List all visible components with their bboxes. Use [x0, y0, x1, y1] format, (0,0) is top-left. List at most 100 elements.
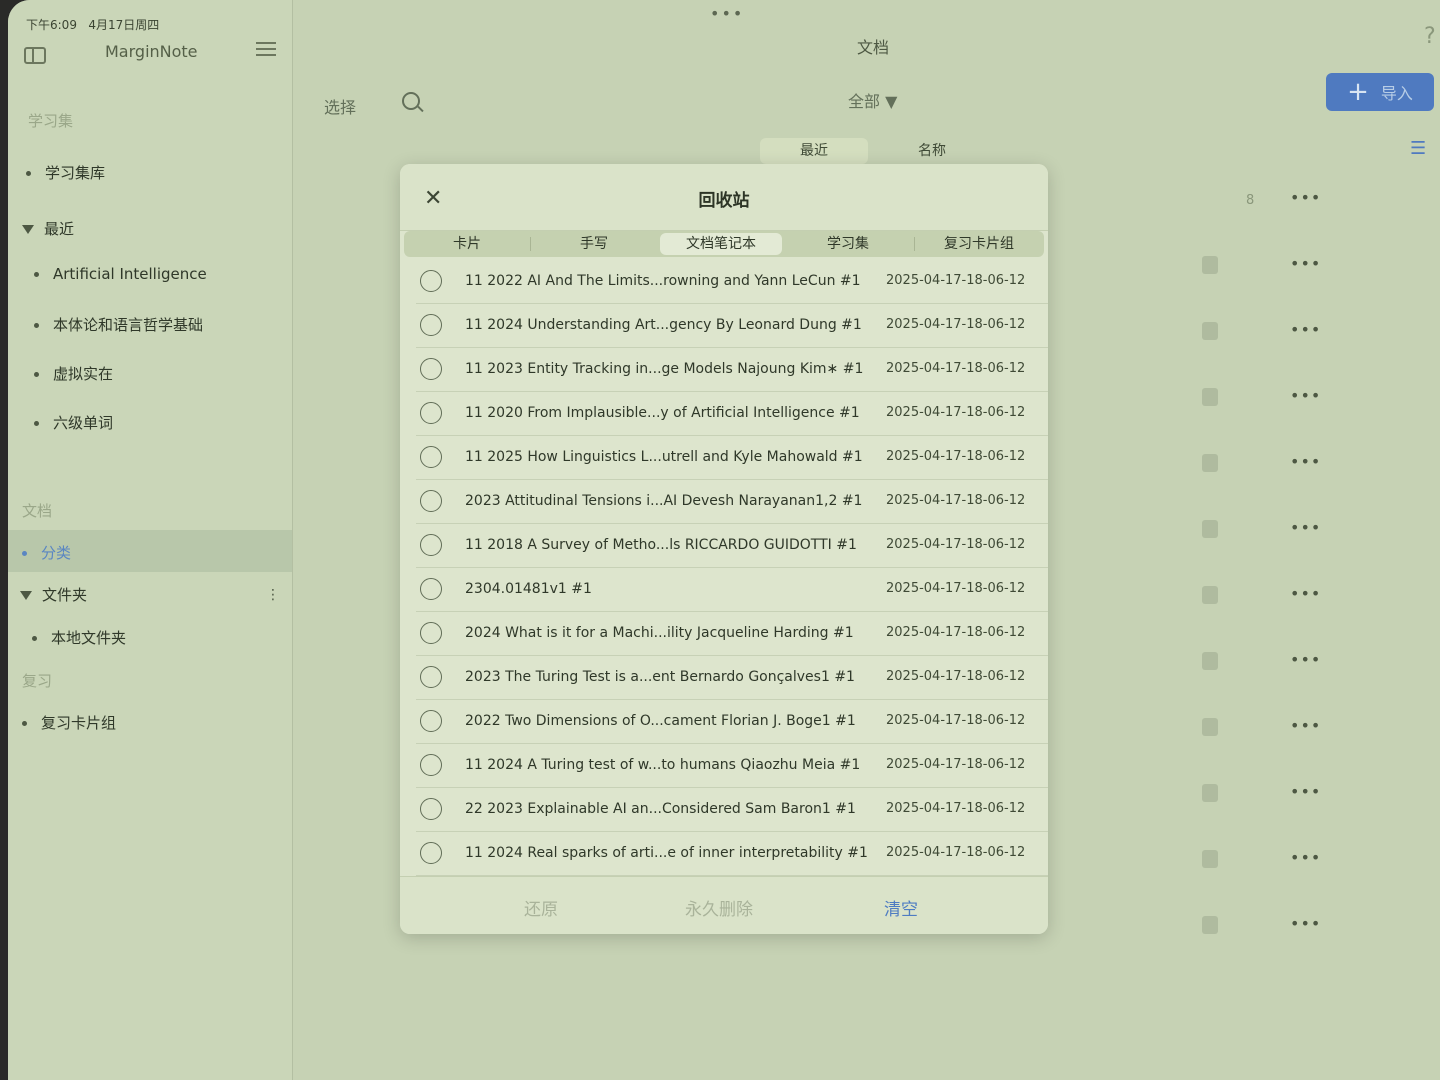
- select-radio[interactable]: [420, 446, 442, 468]
- item-date: 2025-04-17-18-06-12: [886, 273, 1026, 288]
- list-item[interactable]: 2022 Two Dimensions of O...cament Floria…: [416, 700, 1048, 744]
- list-item[interactable]: 2024 What is it for a Machi...ility Jacq…: [416, 612, 1048, 656]
- select-radio[interactable]: [420, 270, 442, 292]
- search-icon[interactable]: [402, 92, 420, 110]
- list-view-icon[interactable]: ☰: [1410, 138, 1426, 159]
- database-icon: [1202, 454, 1218, 472]
- list-item[interactable]: 22 2023 Explainable AI an...Considered S…: [416, 788, 1048, 832]
- sidebar-item-library[interactable]: 学习集库: [26, 162, 105, 183]
- item-name: 11 2024 Understanding Art...gency By Leo…: [465, 317, 862, 333]
- tab-handwriting[interactable]: 手写: [531, 231, 657, 257]
- sort-recent[interactable]: 最近: [760, 138, 868, 164]
- sidebar-item-recent-1[interactable]: Artificial Intelligence: [34, 265, 207, 283]
- more-icon[interactable]: •••: [1290, 782, 1321, 801]
- list-item[interactable]: 11 2018 A Survey of Metho...ls RICCARDO …: [416, 524, 1048, 568]
- menu-icon[interactable]: [256, 42, 276, 56]
- list-item[interactable]: 11 2024 A Turing test of w...to humans Q…: [416, 744, 1048, 788]
- sidebar-item-local-folder[interactable]: 本地文件夹: [32, 627, 126, 648]
- list-item[interactable]: 11 2022 AI And The Limits...rowning and …: [416, 260, 1048, 304]
- screen: 下午6:09 4月17日周四 MarginNote 学习集 学习集库 最近 Ar…: [8, 0, 1440, 1080]
- item-name: 11 2018 A Survey of Metho...ls RICCARDO …: [465, 537, 857, 553]
- more-icon[interactable]: •••: [1290, 320, 1321, 339]
- sidebar-item-recent-4[interactable]: 六级单词: [34, 412, 113, 433]
- app-title: MarginNote: [105, 42, 198, 61]
- list-item[interactable]: 11 2020 From Implausible...y of Artifici…: [416, 392, 1048, 436]
- item-date: 2025-04-17-18-06-12: [886, 537, 1026, 552]
- select-radio[interactable]: [420, 578, 442, 600]
- select-radio[interactable]: [420, 666, 442, 688]
- database-icon: [1202, 784, 1218, 802]
- select-button[interactable]: 选择: [324, 94, 356, 118]
- list-item[interactable]: 2023 Attitudinal Tensions i...AI Devesh …: [416, 480, 1048, 524]
- more-icon[interactable]: •••: [1290, 386, 1321, 405]
- item-date: 2025-04-17-18-06-12: [886, 405, 1026, 420]
- restore-button[interactable]: 还原: [524, 895, 558, 920]
- item-name: 2304.01481v1 #1: [465, 581, 592, 597]
- select-radio[interactable]: [420, 358, 442, 380]
- list-item[interactable]: 11 2024 Real sparks of arti...e of inner…: [416, 832, 1048, 876]
- sidebar-item-recent-2[interactable]: 本体论和语言哲学基础: [34, 314, 203, 335]
- more-vertical-icon[interactable]: ⋮: [266, 587, 280, 603]
- empty-trash-button[interactable]: 清空: [884, 895, 918, 920]
- sidebar-item-folders[interactable]: 文件夹: [20, 584, 87, 605]
- tab-study-sets[interactable]: 学习集: [785, 231, 911, 257]
- more-icon[interactable]: •••: [1290, 716, 1321, 735]
- list-item[interactable]: 11 2023 Entity Tracking in...ge Models N…: [416, 348, 1048, 392]
- more-icon[interactable]: •••: [1290, 188, 1321, 207]
- page-title: 文档: [857, 38, 890, 57]
- more-icon[interactable]: •••: [1290, 452, 1321, 471]
- section-header-review: 复习: [22, 672, 53, 690]
- bullet-icon: [34, 421, 39, 426]
- more-icon[interactable]: •••: [1290, 584, 1321, 603]
- recycle-bin-dialog: ✕ 回收站 卡片 手写 文档笔记本 学习集 复习卡片组 11 2022 AI A…: [400, 164, 1048, 934]
- sidebar-item-label: 复习卡片组: [41, 714, 117, 732]
- sidebar-item-category[interactable]: 分类: [22, 542, 71, 563]
- more-icon[interactable]: •••: [1290, 518, 1321, 537]
- clock: 下午6:09: [26, 18, 77, 32]
- list-item[interactable]: 11 2025 How Linguistics L...utrell and K…: [416, 436, 1048, 480]
- bullet-icon: [22, 551, 27, 556]
- list-item[interactable]: 11 2024 Understanding Art...gency By Leo…: [416, 304, 1048, 348]
- tab-document-notebooks[interactable]: 文档笔记本: [660, 233, 782, 255]
- more-icon[interactable]: •••: [1290, 650, 1321, 669]
- list-item[interactable]: 2023 The Turing Test is a...ent Bernardo…: [416, 656, 1048, 700]
- item-date: 2025-04-17-18-06-12: [886, 581, 1026, 596]
- list-item[interactable]: 2304.01481v1 #1 2025-04-17-18-06-12: [416, 568, 1048, 612]
- item-date: 2025-04-17-18-06-12: [886, 449, 1026, 464]
- item-date: 2025-04-17-18-06-12: [886, 757, 1026, 772]
- select-radio[interactable]: [420, 490, 442, 512]
- item-date: 2025-04-17-18-06-12: [886, 317, 1026, 332]
- tab-review-groups[interactable]: 复习卡片组: [915, 231, 1043, 257]
- more-icon[interactable]: •••: [1290, 848, 1321, 867]
- sidebar-toggle-icon[interactable]: [24, 47, 46, 64]
- select-radio[interactable]: [420, 622, 442, 644]
- sort-name[interactable]: 名称: [878, 138, 986, 164]
- help-icon[interactable]: ?: [1424, 24, 1436, 49]
- tab-cards[interactable]: 卡片: [404, 231, 530, 257]
- select-radio[interactable]: [420, 402, 442, 424]
- sidebar-item-review-groups[interactable]: 复习卡片组: [22, 712, 116, 733]
- sidebar: 下午6:09 4月17日周四 MarginNote 学习集 学习集库 最近 Ar…: [8, 0, 293, 1080]
- more-icon[interactable]: •••: [1290, 914, 1321, 933]
- import-button[interactable]: + 导入: [1326, 73, 1434, 111]
- item-name: 11 2022 AI And The Limits...rowning and …: [465, 273, 861, 289]
- select-radio[interactable]: [420, 534, 442, 556]
- filter-dropdown[interactable]: 全部 ▼: [848, 88, 897, 112]
- sidebar-item-recent[interactable]: 最近: [22, 218, 74, 239]
- database-icon: [1202, 652, 1218, 670]
- sidebar-item-label: 本体论和语言哲学基础: [53, 316, 204, 334]
- select-radio[interactable]: [420, 314, 442, 336]
- database-icon: [1202, 256, 1218, 274]
- select-radio[interactable]: [420, 798, 442, 820]
- select-radio[interactable]: [420, 710, 442, 732]
- select-radio[interactable]: [420, 754, 442, 776]
- dialog-footer: 还原 永久删除 清空: [400, 876, 1048, 934]
- sidebar-item-recent-3[interactable]: 虚拟实在: [34, 363, 113, 384]
- more-icon[interactable]: •••: [1290, 254, 1321, 273]
- database-icon: [1202, 388, 1218, 406]
- delete-forever-button[interactable]: 永久删除: [685, 895, 753, 920]
- select-radio[interactable]: [420, 842, 442, 864]
- sidebar-item-label: 学习集库: [45, 164, 106, 182]
- database-icon: [1202, 322, 1218, 340]
- multitasking-dots-icon[interactable]: •••: [710, 4, 744, 23]
